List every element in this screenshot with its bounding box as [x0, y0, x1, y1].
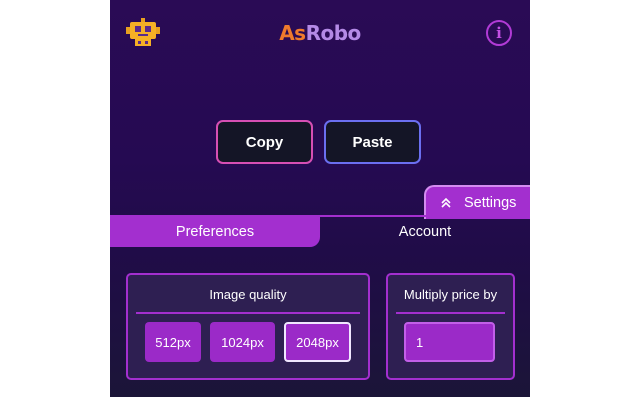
logo-text-as: As [279, 21, 306, 45]
image-quality-card: Image quality 512px 1024px 2048px [126, 273, 370, 380]
price-multiplier-card: Multiply price by [386, 273, 515, 380]
quality-512-button[interactable]: 512px [145, 322, 201, 362]
info-icon[interactable]: i [486, 20, 512, 46]
card-divider [396, 312, 505, 314]
quality-2048-button[interactable]: 2048px [284, 322, 351, 362]
chevron-up-icon [440, 197, 452, 209]
settings-label: Settings [464, 195, 517, 211]
logo-text-robo: Robo [305, 21, 362, 45]
price-multiplier-title: Multiply price by [403, 287, 498, 302]
price-multiplier-input[interactable] [404, 322, 495, 362]
image-quality-title: Image quality [209, 287, 287, 302]
copy-button[interactable]: Copy [216, 120, 313, 164]
app-logo: AsRobo [110, 21, 530, 45]
settings-toggle-button[interactable]: Settings [424, 185, 530, 219]
tab-preferences[interactable]: Preferences [110, 216, 320, 247]
paste-button[interactable]: Paste [324, 120, 421, 164]
info-glyph: i [496, 24, 502, 42]
tab-account[interactable]: Account [320, 216, 530, 247]
extension-popup: AsRobo i Copy Paste Settings Preferences… [110, 0, 530, 397]
card-divider [136, 312, 360, 314]
quality-1024-button[interactable]: 1024px [210, 322, 275, 362]
